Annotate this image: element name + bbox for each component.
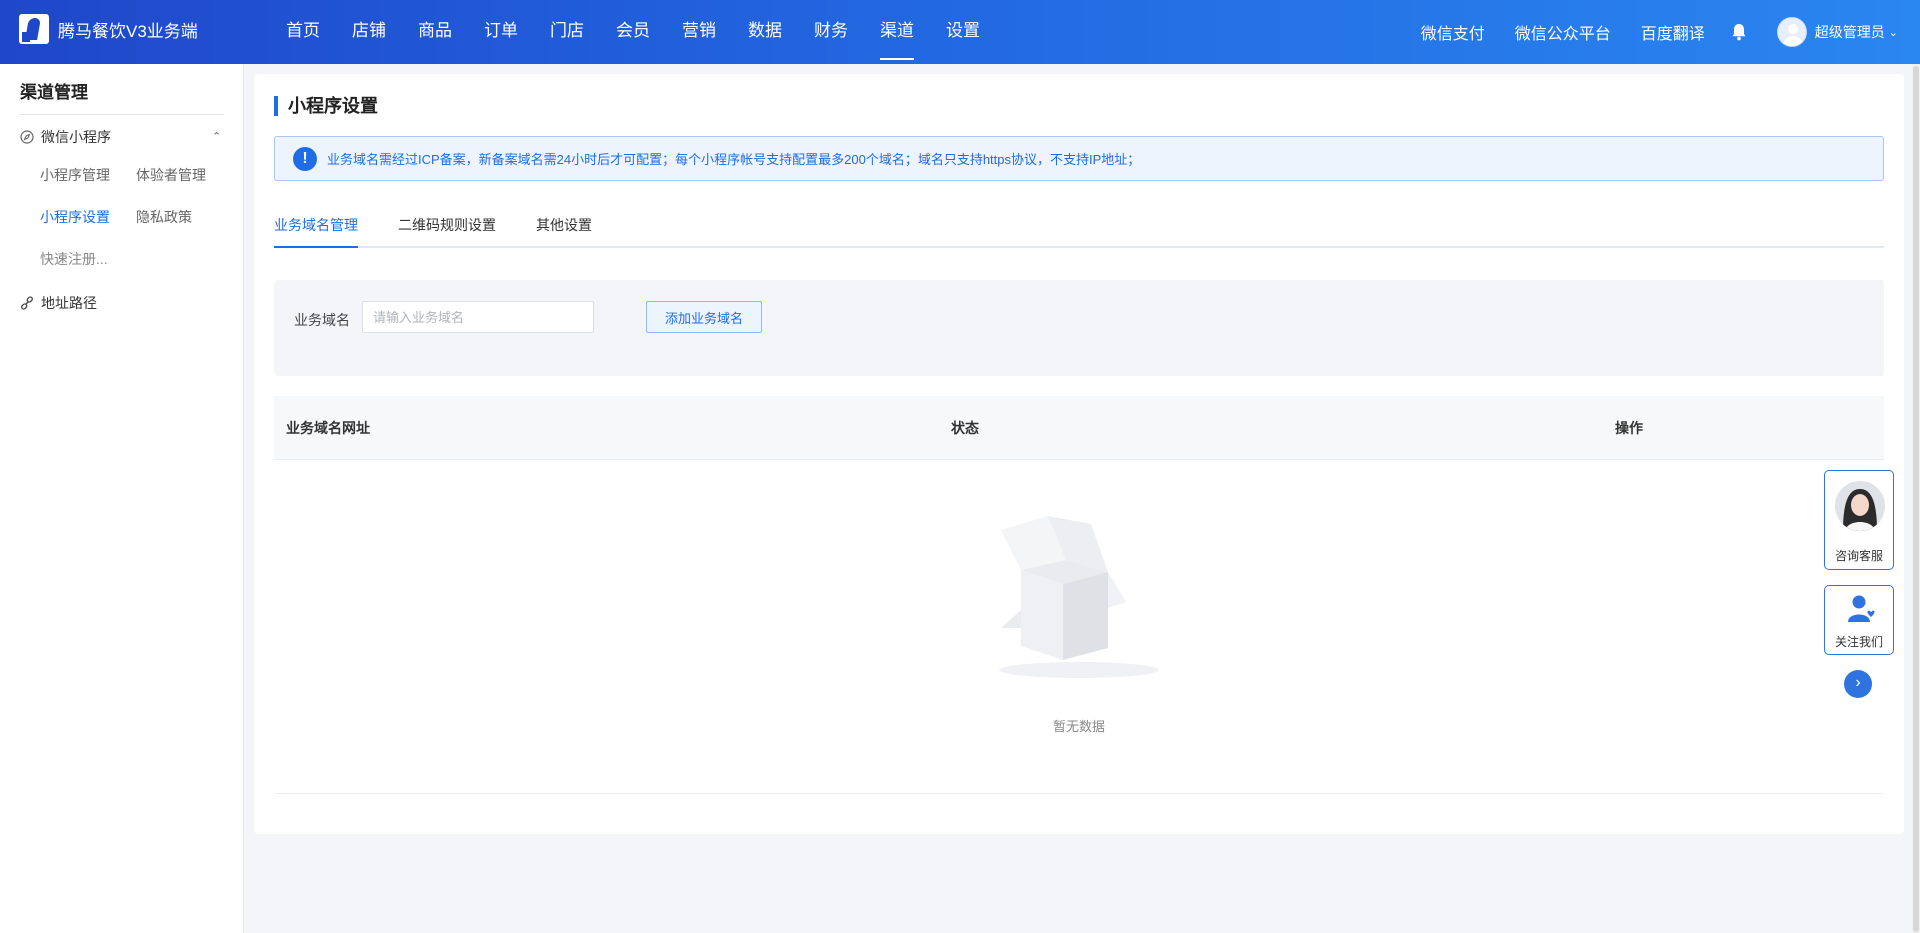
nav-item-home[interactable]: 首页 xyxy=(270,0,336,64)
column-actions: 操作 xyxy=(1615,420,1643,436)
main-nav: 首页 店铺 商品 订单 门店 会员 营销 数据 财务 渠道 设置 xyxy=(270,0,996,64)
nav-item-marketing[interactable]: 营销 xyxy=(666,0,732,64)
divider xyxy=(20,114,224,115)
follow-us-widget[interactable]: 关注我们 xyxy=(1824,585,1894,655)
column-status: 状态 xyxy=(951,420,979,436)
empty-box-icon xyxy=(999,516,1159,678)
consult-label: 咨询客服 xyxy=(1834,549,1883,563)
user-name[interactable]: 超级管理员 xyxy=(1815,22,1885,42)
compass-icon xyxy=(20,130,34,144)
customer-service-widget[interactable]: 咨询客服 xyxy=(1824,470,1894,570)
baidu-translate-link[interactable]: 百度翻译 xyxy=(1641,20,1705,44)
chevron-right-icon[interactable]: › xyxy=(1844,670,1872,698)
wechat-pay-link[interactable]: 微信支付 xyxy=(1421,20,1485,44)
sidebar-item-testers[interactable]: 体验者管理 xyxy=(136,165,206,185)
nav-item-stores[interactable]: 门店 xyxy=(534,0,600,64)
nav-item-members[interactable]: 会员 xyxy=(600,0,666,64)
tab-domain-management[interactable]: 业务域名管理 xyxy=(274,214,358,248)
sidebar-item-privacy[interactable]: 隐私政策 xyxy=(136,207,192,227)
empty-state: 暂无数据 xyxy=(274,460,1884,794)
domain-input[interactable] xyxy=(362,301,594,333)
sidebar-group-label: 微信小程序 xyxy=(41,129,111,145)
nav-item-shop[interactable]: 店铺 xyxy=(336,0,402,64)
tab-qrcode-rules[interactable]: 二维码规则设置 xyxy=(398,214,496,248)
chevron-up-icon[interactable]: ⌄ xyxy=(212,129,221,142)
link-icon xyxy=(20,296,34,310)
nav-item-data[interactable]: 数据 xyxy=(732,0,798,64)
user-avatar[interactable] xyxy=(1776,17,1807,47)
sidebar: 渠道管理 微信小程序 ⌄ 小程序管理 体验者管理 小程序设置 隐私政策 快速注册… xyxy=(0,64,244,933)
wechat-mp-link[interactable]: 微信公众平台 xyxy=(1515,20,1611,44)
domain-form: 业务域名 添加业务域名 xyxy=(274,280,1884,376)
column-domain-url: 业务域名网址 xyxy=(286,420,370,436)
chevron-down-icon[interactable]: ⌄ xyxy=(1889,26,1898,39)
agent-avatar xyxy=(1835,481,1885,531)
sidebar-group-address-path[interactable]: 地址路径 xyxy=(20,293,97,313)
info-icon: ! xyxy=(293,146,317,171)
nav-item-orders[interactable]: 订单 xyxy=(468,0,534,64)
content-card: 小程序设置 ! 业务域名需经过ICP备案，新备案域名需24小时后才可配置；每个小… xyxy=(254,74,1904,834)
top-header: 腾马餐饮V3业务端 首页 店铺 商品 订单 门店 会员 营销 数据 财务 渠道 … xyxy=(0,0,1920,64)
domain-table: 业务域名网址 状态 操作 暂无数据 xyxy=(274,396,1884,794)
nav-item-settings[interactable]: 设置 xyxy=(930,0,996,64)
horse-logo-icon xyxy=(19,14,49,44)
sidebar-item-mini-manage[interactable]: 小程序管理 xyxy=(40,165,110,185)
domain-label: 业务域名 xyxy=(294,312,350,328)
bell-icon[interactable] xyxy=(1729,22,1749,42)
sidebar-item-quick-register[interactable]: 快速注册... xyxy=(40,249,108,269)
tab-other-settings[interactable]: 其他设置 xyxy=(536,214,592,248)
add-domain-button[interactable]: 添加业务域名 xyxy=(646,301,762,333)
empty-text: 暂无数据 xyxy=(1052,719,1105,734)
user-follow-icon xyxy=(1847,594,1876,627)
sidebar-title: 渠道管理 xyxy=(20,83,88,102)
scrollbar-thumb[interactable] xyxy=(1913,66,1919,932)
brand-name: 腾马餐饮V3业务端 xyxy=(58,21,198,41)
sidebar-item-mini-settings[interactable]: 小程序设置 xyxy=(40,207,110,227)
info-notice: ! 业务域名需经过ICP备案，新备案域名需24小时后才可配置；每个小程序帐号支持… xyxy=(274,136,1884,181)
sidebar-group-mini-program[interactable]: 微信小程序 xyxy=(20,127,111,147)
notice-text: 业务域名需经过ICP备案，新备案域名需24小时后才可配置；每个小程序帐号支持配置… xyxy=(327,152,1141,167)
sidebar-group-label: 地址路径 xyxy=(41,295,97,311)
page-title: 小程序设置 xyxy=(274,96,378,116)
tab-bar: 业务域名管理 二维码规则设置 其他设置 xyxy=(274,214,1884,248)
nav-item-goods[interactable]: 商品 xyxy=(402,0,468,64)
nav-item-finance[interactable]: 财务 xyxy=(798,0,864,64)
table-header: 业务域名网址 状态 操作 xyxy=(274,396,1884,460)
nav-item-channels[interactable]: 渠道 xyxy=(864,0,930,64)
header-right: 微信支付 微信公众平台 百度翻译 超级管理员 ⌄ xyxy=(1421,0,1920,64)
brand-logo[interactable]: 腾马餐饮V3业务端 xyxy=(19,14,198,44)
page-scrollbar[interactable] xyxy=(1912,64,1920,933)
follow-label: 关注我们 xyxy=(1834,635,1883,649)
